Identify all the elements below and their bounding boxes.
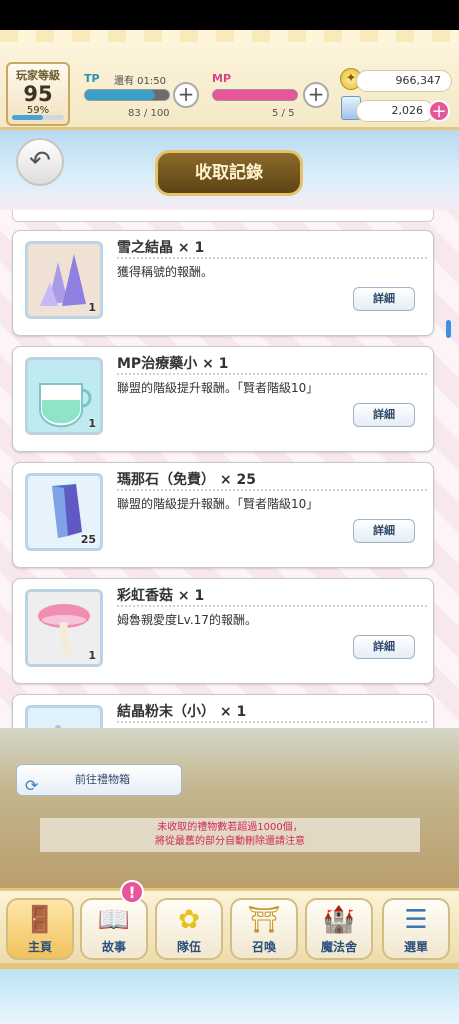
gate-icon: ⛩: [247, 905, 281, 935]
nav-label: 故事: [101, 940, 126, 954]
nav-label: 魔法舍: [320, 940, 357, 954]
refresh-icon: ⟳: [25, 776, 39, 795]
mana-amount: 966,347: [356, 70, 452, 92]
nav-menu[interactable]: ☰ 選單: [382, 898, 450, 960]
mp-plus-button[interactable]: +: [303, 82, 329, 108]
detail-button[interactable]: 詳細: [353, 287, 415, 311]
deletion-notice: 未收取的禮物數若超過1000個， 將從最舊的部分自動刪除還請注意: [40, 818, 420, 852]
notice-line-2: 將從最舊的部分自動刪除還請注意: [155, 836, 305, 847]
history-list[interactable]: 1 雪之結晶 × 1 獲得稱號的報酬。 詳細 1 MP治療藥小 × 1 聯盟的階…: [0, 210, 459, 728]
powder-icon: [55, 725, 61, 728]
item-qty: 1: [88, 417, 96, 430]
nav-label: 選單: [403, 940, 428, 954]
item-qty: 25: [80, 533, 96, 546]
mp-bar: [212, 89, 298, 101]
divider: [117, 605, 427, 607]
tp-recovery-time: 還有 01:50: [114, 76, 166, 87]
item-desc: 聯盟的階級提升報酬。「賢者階級10」: [117, 381, 319, 395]
lily-icon: ✿: [178, 905, 200, 935]
nav-party[interactable]: ✿ 隊伍: [155, 898, 223, 960]
thumb-3: 1: [25, 589, 103, 667]
status-bar: [0, 0, 459, 30]
mp-value: 5 / 5: [272, 108, 295, 119]
item-qty: 1: [88, 301, 96, 314]
mp-label: MP: [212, 72, 232, 85]
tp-label: TP: [84, 72, 100, 85]
giftbox-button-label: 前往禮物箱: [75, 773, 130, 786]
page-title: 收取記錄: [155, 150, 303, 196]
divider: [117, 373, 427, 375]
back-button[interactable]: ↶: [16, 138, 64, 186]
bottom-panel: [0, 728, 459, 888]
divider: [117, 489, 427, 491]
list-item: 1 MP治療藥小 × 1 聯盟的階級提升報酬。「賢者階級10」 詳細: [12, 346, 434, 452]
jewel-amount: 2,026: [356, 100, 434, 122]
nav-summon[interactable]: ⛩ 召喚: [230, 898, 298, 960]
buy-jewel-button[interactable]: +: [428, 100, 450, 122]
divider: [117, 721, 427, 723]
item-desc: 聯盟的階級提升報酬。「賢者階級10」: [117, 497, 319, 511]
player-level-box[interactable]: 玩家等級 95 59%: [6, 62, 70, 126]
door-icon: 🚪: [23, 905, 57, 935]
tp-gauge: TP 還有 01:50 83 / 100: [84, 72, 172, 132]
nav-guild-house[interactable]: 🏰 魔法舍: [305, 898, 373, 960]
thumb-1: 1: [25, 357, 103, 435]
player-level-label: 玩家等級: [16, 69, 60, 82]
mp-gauge: MP 5 / 5: [212, 72, 300, 132]
item-desc: 姆魯親愛度Lv.17的報酬。: [117, 613, 257, 627]
nav-label: 主頁: [27, 940, 52, 954]
nav-story[interactable]: 📖 故事: [80, 898, 148, 960]
item-desc: 獲得稱號的報酬。: [117, 265, 214, 279]
tp-plus-button[interactable]: +: [173, 82, 199, 108]
item-qty: 1: [88, 649, 96, 662]
detail-button[interactable]: 詳細: [353, 635, 415, 659]
tp-bar: [84, 89, 170, 101]
divider: [117, 257, 427, 259]
thumb-0: 1: [25, 241, 103, 319]
menu-icon: ☰: [404, 905, 428, 935]
thumb-4: [25, 705, 103, 728]
thumb-2: 25: [25, 473, 103, 551]
book-icon: 📖: [97, 905, 131, 935]
go-to-giftbox-button[interactable]: ⟳ 前往禮物箱: [16, 764, 182, 796]
tp-value: 83 / 100: [128, 108, 170, 119]
detail-button[interactable]: 詳細: [353, 519, 415, 543]
detail-button[interactable]: 詳細: [353, 403, 415, 427]
item-name: 瑪那石（免費） × 25: [117, 472, 256, 488]
item-name: 結晶粉末（小） × 1: [117, 704, 247, 720]
footer-frame: [0, 966, 459, 1024]
item-name: 雪之結晶 × 1: [117, 240, 205, 256]
list-scrollbar[interactable]: [446, 320, 451, 338]
player-level-value: 95: [23, 82, 53, 106]
nav-label: 召喚: [251, 940, 276, 954]
nav-home[interactable]: 🚪 主頁: [6, 898, 74, 960]
story-alert-badge: !: [120, 880, 144, 904]
list-item-partial: [12, 210, 434, 222]
castle-icon: 🏰: [322, 905, 356, 935]
item-name: 彩虹香菇 × 1: [117, 588, 205, 604]
list-item: 25 瑪那石（免費） × 25 聯盟的階級提升報酬。「賢者階級10」 詳細: [12, 462, 434, 568]
item-name: MP治療藥小 × 1: [117, 356, 229, 372]
nav-label: 隊伍: [176, 940, 201, 954]
list-item: 1 雪之結晶 × 1 獲得稱號的報酬。 詳細: [12, 230, 434, 336]
list-item: 結晶粉末（小） × 1: [12, 694, 434, 728]
list-item: 1 彩虹香菇 × 1 姆魯親愛度Lv.17的報酬。 詳細: [12, 578, 434, 684]
notice-line-1: 未收取的禮物數若超過1000個，: [157, 822, 303, 833]
player-exp-bar: [12, 115, 64, 120]
